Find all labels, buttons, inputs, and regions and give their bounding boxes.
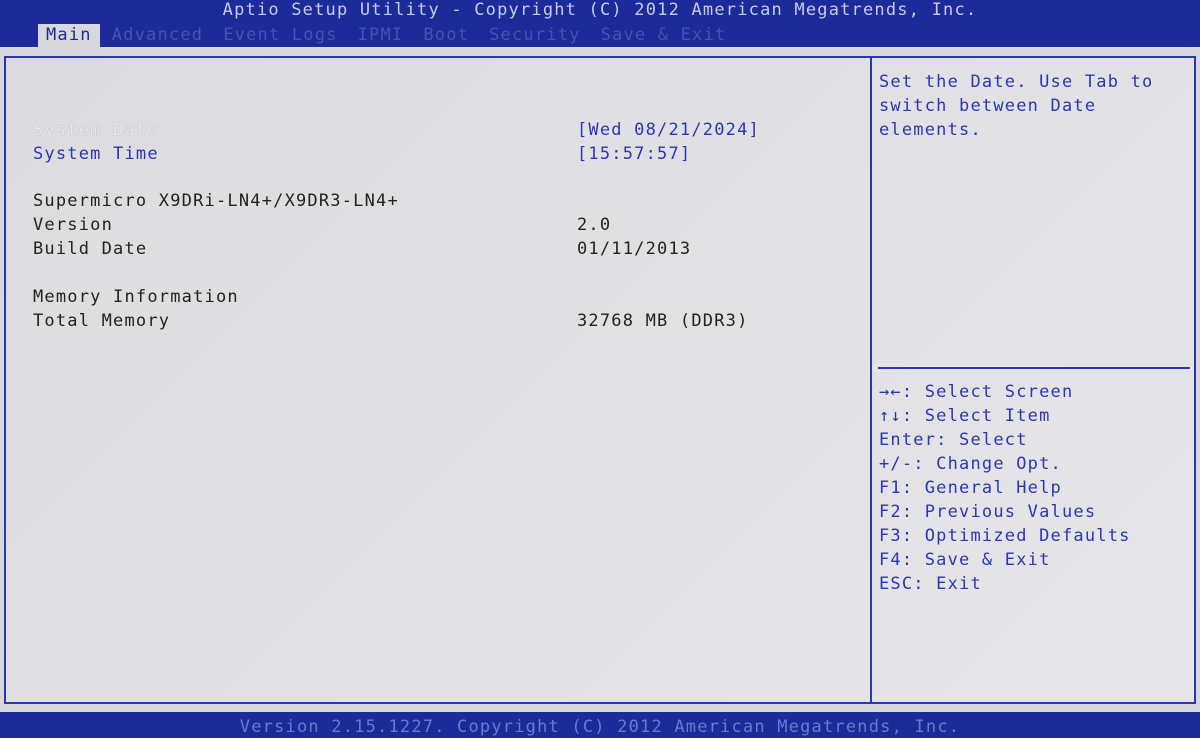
footer-version: Version 2.15.1227. Copyright (C) 2012 Am… [239,717,961,737]
system-date-label[interactable]: System Date [33,118,159,142]
help-divider [878,367,1190,369]
key-previous-values: F2: Previous Values [879,502,1097,522]
build-date-value: 01/11/2013 [577,239,692,259]
tab-security[interactable]: Security [481,24,588,47]
key-change-opt: +/-: Change Opt. [879,454,1062,474]
tab-event-logs[interactable]: Event Logs [215,24,345,47]
key-general-help: F1: General Help [879,478,1062,498]
key-esc-exit: ESC: Exit [879,574,982,594]
app-title: Aptio Setup Utility - Copyright (C) 2012… [222,0,978,20]
help-text: Set the Date. Use Tab to switch between … [879,72,1154,140]
tab-boot[interactable]: Boot [415,24,477,47]
memory-info-label: Memory Information [33,287,239,307]
tab-main[interactable]: Main [38,24,100,47]
tab-bar: Main Advanced Event Logs IPMI Boot Secur… [38,24,738,47]
key-optimized-defaults: F3: Optimized Defaults [879,526,1131,546]
version-label: Version [33,215,114,235]
footer-bar: Version 2.15.1227. Copyright (C) 2012 Am… [0,712,1200,738]
tab-ipmi[interactable]: IPMI [350,24,412,47]
key-select-item: ↑↓: Select Item [879,406,1051,426]
key-select-screen: →←: Select Screen [879,382,1074,402]
system-date-value[interactable]: [Wed 08/21/2024] [577,118,760,142]
system-time-label[interactable]: System Time [33,142,159,166]
total-memory-label: Total Memory [33,311,171,331]
build-date-label: Build Date [33,239,148,259]
system-time-value[interactable]: [15:57:57] [577,142,691,166]
key-enter-select: Enter: Select [879,430,1028,450]
total-memory-value: 32768 MB (DDR3) [577,311,749,331]
key-save-exit: F4: Save & Exit [879,550,1051,570]
board-name: Supermicro X9DRi-LN4+/X9DR3-LN4+ [33,191,399,211]
vertical-divider [870,56,872,704]
version-value: 2.0 [577,215,612,235]
tab-advanced[interactable]: Advanced [104,24,211,47]
title-bar: Aptio Setup Utility - Copyright (C) 2012… [0,0,1200,47]
tab-save-exit[interactable]: Save & Exit [593,24,735,47]
key-legend: →←: Select Screen ↑↓: Select Item Enter:… [879,380,1189,596]
